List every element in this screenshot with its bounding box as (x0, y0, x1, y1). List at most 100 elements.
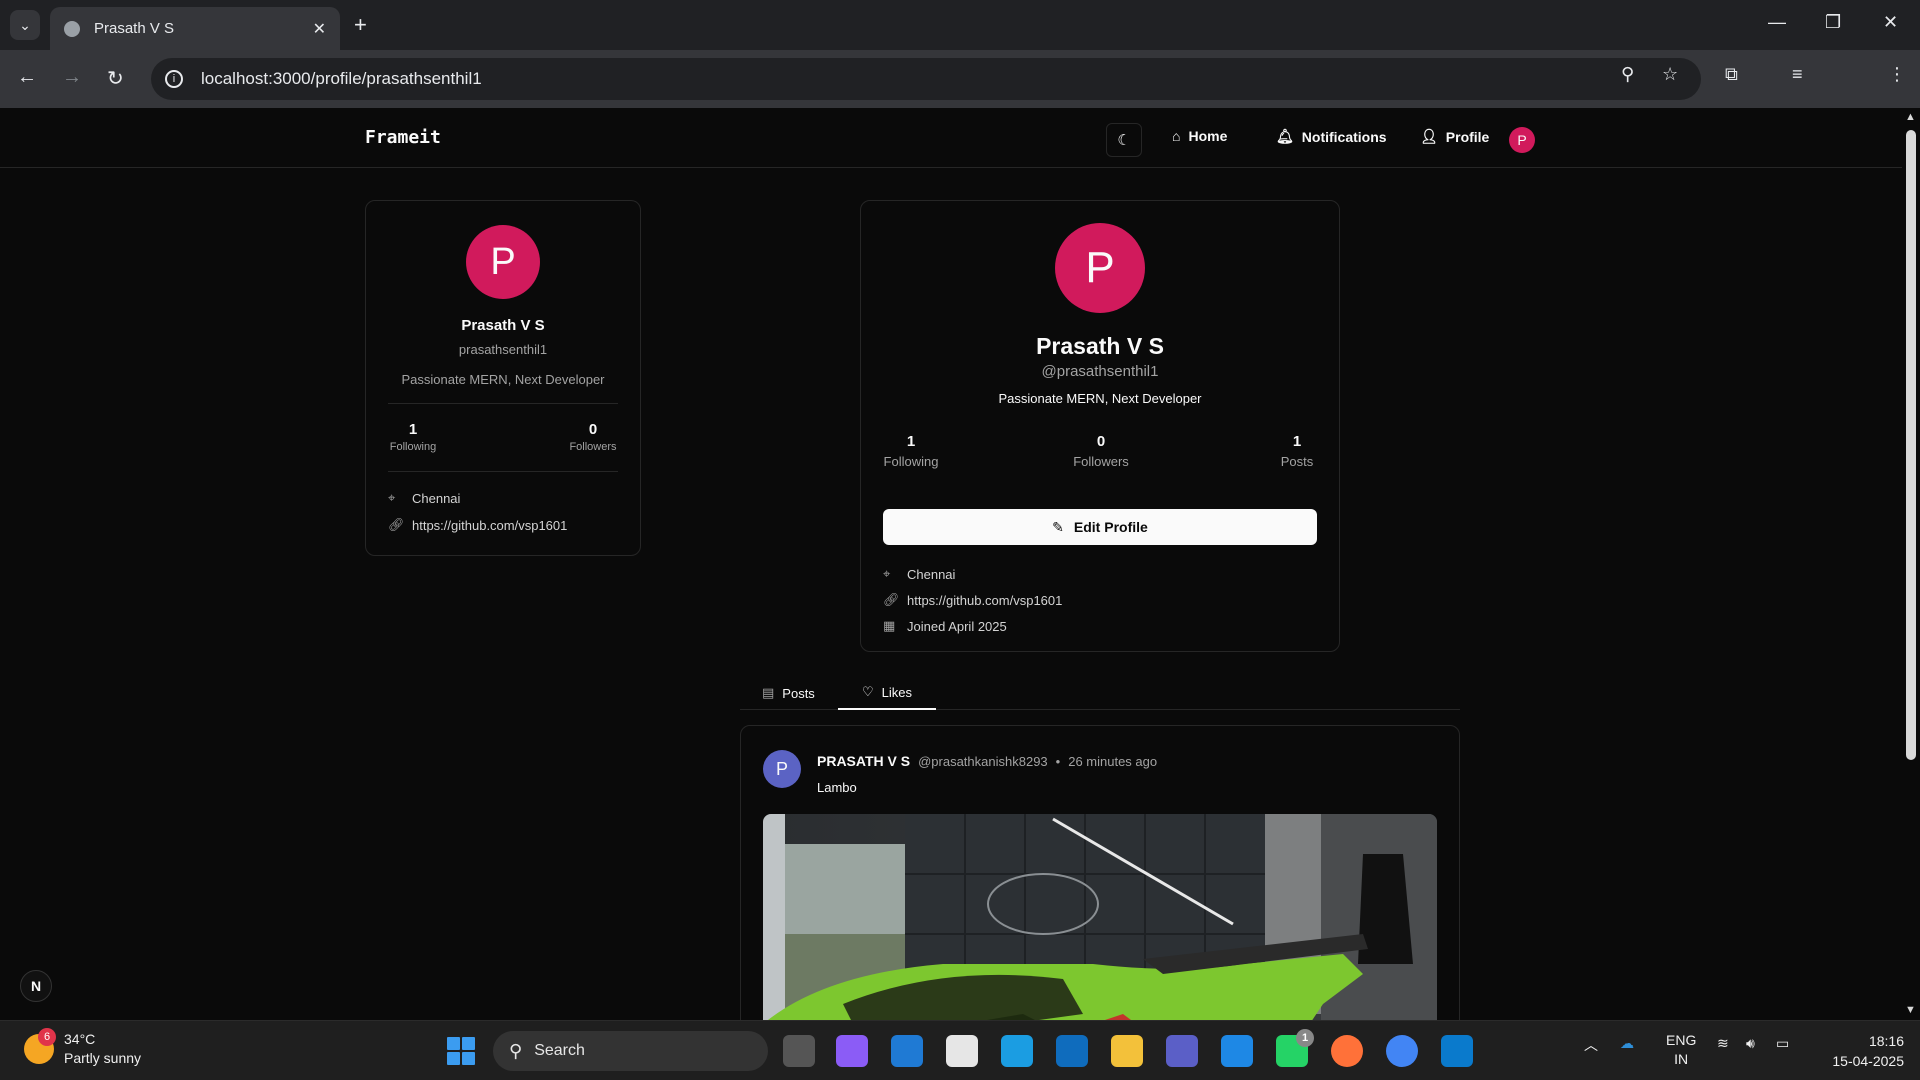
back-arrow-icon[interactable]: ← (17, 66, 37, 89)
vscode-icon[interactable] (1441, 1035, 1473, 1067)
new-tab-icon[interactable]: + (354, 12, 367, 38)
scrollbar-thumb[interactable] (1906, 130, 1916, 760)
profile-website[interactable]: 🔗︎ https://github.com/vsp1601 (883, 592, 1062, 608)
post-author-name[interactable]: PRASATH V S (817, 753, 910, 769)
volume-icon[interactable]: 🔊︎ (1746, 1035, 1755, 1052)
edge-icon[interactable] (891, 1035, 923, 1067)
reload-icon[interactable]: ↻ (107, 66, 124, 91)
profile-avatar[interactable]: P (1055, 223, 1145, 313)
tab-posts-label: Posts (782, 685, 815, 701)
scroll-up-arrow-icon[interactable]: ▲ (1905, 111, 1916, 123)
link-icon: 🔗︎ (388, 517, 405, 532)
sidebar-website[interactable]: 🔗︎ https://github.com/vsp1601 (388, 517, 567, 533)
home-icon: ⌂ (1172, 128, 1181, 144)
profile-followers-stat[interactable]: 0 Followers (1071, 433, 1131, 469)
post-time: 26 minutes ago (1068, 753, 1158, 769)
firefox-icon[interactable] (1331, 1035, 1363, 1067)
stat-label: Posts (1280, 454, 1314, 469)
browser-menu-icon[interactable]: ⋮ (1888, 64, 1906, 85)
lang-bottom: IN (1674, 1051, 1689, 1067)
copilot-icon[interactable] (836, 1035, 868, 1067)
post-card: P PRASATH V S @prasathkanishk8293 • 26 m… (740, 725, 1460, 1020)
nav-home-label: Home (1188, 128, 1228, 144)
post-content: Lambo (817, 780, 857, 795)
profile-following-stat[interactable]: 1 Following (883, 433, 939, 469)
restore-icon[interactable]: ❐ (1825, 12, 1841, 33)
profile-joined: ▦ Joined April 2025 (883, 618, 1007, 634)
windows-taskbar: 6 34°C Partly sunny ⚲ Search 1 ︿ ☁ ENG I… (0, 1020, 1920, 1080)
brand-logo[interactable]: Frameit (365, 127, 441, 148)
edit-pencil-icon: ✎ (1052, 518, 1064, 535)
sidebar-followers-stat[interactable]: 0 Followers (568, 421, 618, 453)
page-scrollbar[interactable]: ▲ ▼ (1902, 108, 1920, 1020)
whatsapp-icon[interactable]: 1 (1276, 1029, 1314, 1067)
forward-arrow-icon[interactable]: → (62, 66, 82, 89)
tab-favicon-icon (64, 20, 80, 37)
hashnode-icon[interactable] (1221, 1035, 1253, 1067)
onedrive-cloud-icon[interactable]: ☁ (1620, 1035, 1634, 1052)
nav-profile[interactable]: 👤︎ Profile (1420, 128, 1489, 145)
chrome-icon[interactable] (1386, 1035, 1418, 1067)
nextjs-dev-indicator[interactable]: N (20, 970, 52, 1002)
stat-value: 1 (1292, 433, 1302, 450)
tab-close-icon[interactable]: ✕ (313, 19, 326, 39)
weather-widget[interactable]: 6 34°C Partly sunny (24, 1028, 142, 1068)
edge-beta-icon[interactable] (1001, 1035, 1033, 1067)
minimize-icon[interactable]: — (1768, 12, 1786, 33)
outlook-icon[interactable] (1056, 1035, 1088, 1067)
clock-date: 15-04-2025 (1832, 1053, 1904, 1069)
post-separator: • (1055, 753, 1061, 769)
sidebar-bio: Passionate MERN, Next Developer (401, 372, 605, 387)
tab-search-chevron-icon[interactable]: ⌄ (10, 10, 40, 40)
nav-notifications[interactable]: 🔔︎ Notifications (1276, 128, 1387, 145)
weather-condition: Partly sunny (64, 1050, 142, 1066)
post-author-avatar[interactable]: P (763, 750, 801, 788)
task-view-icon[interactable] (783, 1035, 815, 1067)
lang-top: ENG (1666, 1032, 1697, 1048)
store-icon[interactable] (946, 1035, 978, 1067)
nav-home[interactable]: ⌂ Home (1172, 128, 1227, 144)
window-close-icon[interactable]: ✕ (1883, 12, 1898, 33)
wifi-icon[interactable]: ≋ (1717, 1035, 1729, 1052)
sidebar-avatar[interactable]: P (466, 225, 540, 299)
taskbar-clock[interactable]: 18:16 15-04-2025 (1812, 1031, 1904, 1071)
sidebar-name[interactable]: Prasath V S (366, 317, 640, 334)
clock-time: 18:16 (1868, 1033, 1904, 1049)
stat-label: Following (883, 454, 939, 469)
post-image-graphic (763, 814, 1437, 1020)
address-bar[interactable]: i localhost:3000/profile/prasathsenthil1 (151, 58, 1701, 100)
weather-temperature: 34°C (64, 1031, 96, 1047)
browser-tab[interactable]: Prasath V S ✕ (50, 7, 340, 50)
post-image[interactable] (763, 814, 1437, 1020)
whatsapp-badge: 1 (1296, 1029, 1314, 1047)
header-avatar[interactable]: P (1509, 127, 1535, 153)
browser-titlebar: ⌄ Prasath V S ✕ + — ❐ ✕ (0, 0, 1920, 50)
sidebar-website-link[interactable]: https://github.com/vsp1601 (412, 518, 567, 533)
site-info-icon[interactable]: i (165, 70, 183, 88)
tab-likes[interactable]: ♡ Likes (838, 676, 936, 710)
scroll-down-arrow-icon[interactable]: ▼ (1905, 1004, 1916, 1016)
battery-icon[interactable]: ▭ (1776, 1035, 1789, 1052)
edit-profile-button[interactable]: ✎ Edit Profile (883, 509, 1317, 545)
tray-chevron-up-icon[interactable]: ︿ (1584, 1035, 1598, 1055)
teams-icon[interactable] (1166, 1035, 1198, 1067)
theme-toggle-moon-icon[interactable]: ☾ (1106, 123, 1142, 157)
stat-value: 1 (906, 433, 916, 450)
extensions-icon[interactable]: ⧉ (1725, 64, 1738, 85)
weather-badge: 6 (38, 1028, 56, 1046)
profile-website-link[interactable]: https://github.com/vsp1601 (907, 593, 1062, 608)
profile-posts-stat[interactable]: 1 Posts (1277, 433, 1317, 469)
bell-icon: 🔔︎ (1276, 128, 1294, 144)
sidebar-following-stat[interactable]: 1 Following (388, 421, 438, 453)
taskbar-search[interactable]: ⚲ Search (493, 1031, 768, 1071)
browser-toolbar: ← → ↻ i localhost:3000/profile/prasathse… (0, 50, 1920, 141)
bookmark-star-icon[interactable]: ☆ (1662, 64, 1678, 85)
url-text[interactable]: localhost:3000/profile/prasathsenthil1 (201, 69, 482, 89)
weather-sun-icon: 6 (24, 1028, 56, 1064)
file-explorer-icon[interactable] (1111, 1035, 1143, 1067)
language-indicator[interactable]: ENG IN (1666, 1031, 1696, 1069)
post-author-handle[interactable]: @prasathkanishk8293 (918, 754, 1048, 769)
windows-start-icon[interactable] (447, 1037, 475, 1065)
media-controls-icon[interactable]: ≡ (1792, 64, 1803, 85)
zoom-icon[interactable]: ⚲ (1621, 64, 1634, 85)
